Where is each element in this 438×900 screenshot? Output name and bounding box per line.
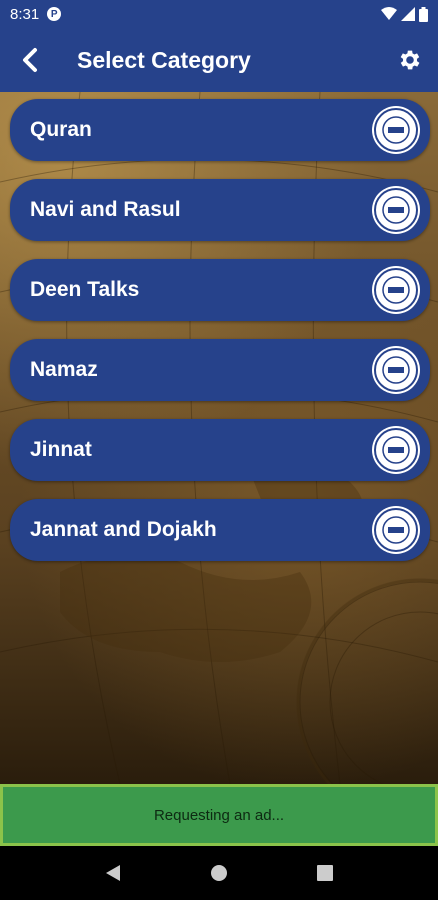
category-list: Quran Navi and Rasul Deen Talks Namaz Ji… [0, 92, 438, 784]
square-recents-icon [317, 865, 333, 881]
status-bar: 8:31 P [0, 0, 438, 28]
circle-home-icon [211, 865, 227, 881]
app-logo-icon [374, 508, 418, 552]
category-label: Jinnat [30, 438, 92, 461]
nav-back-button[interactable] [93, 853, 133, 893]
page-title: Select Category [77, 46, 251, 73]
app-logo-icon [374, 428, 418, 472]
category-label: Quran [30, 118, 92, 141]
app-logo-icon [374, 268, 418, 312]
back-button[interactable] [0, 28, 60, 92]
status-right [381, 6, 428, 22]
app-logo-icon [374, 348, 418, 392]
ad-status-text: Requesting an ad... [153, 806, 285, 824]
category-label: Deen Talks [30, 278, 140, 301]
category-button-namaz[interactable]: Namaz [10, 339, 430, 401]
nav-recents-button[interactable] [305, 853, 345, 893]
category-button-jinnat[interactable]: Jinnat [10, 419, 430, 481]
category-label: Jannat and Dojakh [30, 518, 217, 541]
category-button-quran[interactable]: Quran [10, 99, 430, 161]
category-label: Namaz [30, 358, 98, 381]
system-nav-bar [0, 846, 438, 900]
settings-button[interactable] [382, 28, 438, 92]
category-button-navi-and-rasul[interactable]: Navi and Rasul [10, 179, 430, 241]
category-button-jannat-and-dojakh[interactable]: Jannat and Dojakh [10, 499, 430, 561]
triangle-back-icon [106, 865, 120, 881]
chevron-left-icon [23, 48, 37, 72]
category-label: Navi and Rasul [30, 198, 181, 221]
app-bar: Select Category [0, 28, 438, 92]
battery-icon [419, 6, 428, 22]
status-time: 8:31 [10, 5, 40, 23]
status-left: 8:31 P [10, 5, 62, 23]
category-button-deen-talks[interactable]: Deen Talks [10, 259, 430, 321]
notification-badge-icon: P [47, 7, 62, 21]
ad-banner[interactable]: Requesting an ad... [0, 784, 438, 846]
signal-icon [401, 7, 415, 21]
wifi-icon [381, 7, 397, 20]
app-logo-icon [374, 188, 418, 232]
nav-home-button[interactable] [199, 853, 239, 893]
gear-icon [400, 50, 420, 70]
app-logo-icon [374, 108, 418, 152]
